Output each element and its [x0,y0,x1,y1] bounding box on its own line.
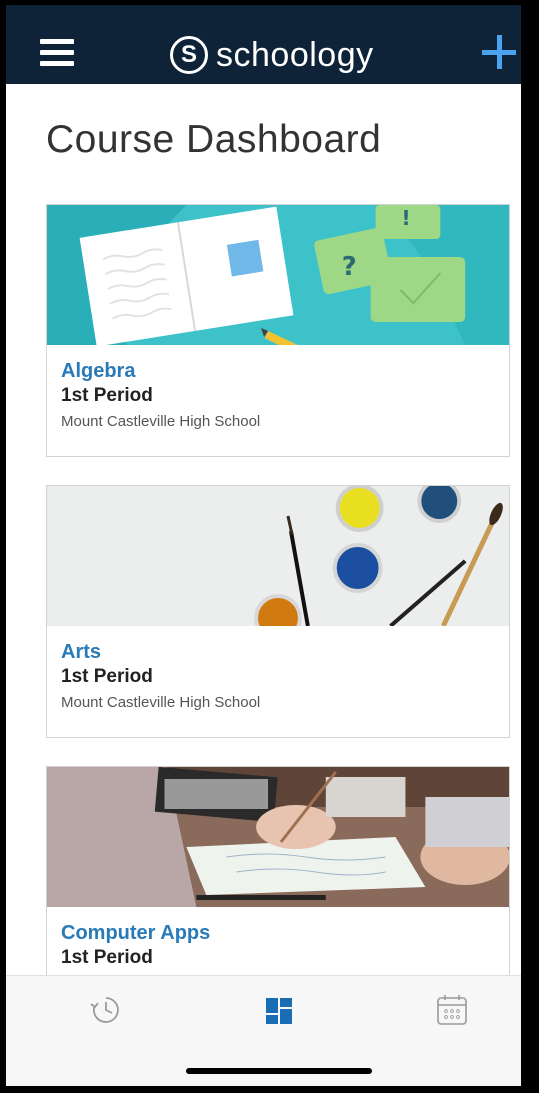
course-period: 1st Period [61,385,153,406]
schoology-logo: S schoology [170,33,374,77]
svg-text:!: ! [401,206,410,230]
tab-calendar[interactable] [432,990,472,1030]
course-period: 1st Period [61,666,153,687]
brand-name: schoology [216,35,374,74]
course-card-arts[interactable]: Arts 1st Period Mount Castleville High S… [46,485,510,738]
add-icon[interactable] [482,35,518,71]
page-title: Course Dashboard [46,118,382,161]
course-image-computer-apps [47,767,509,907]
calendar-icon [437,995,467,1025]
course-name[interactable]: Arts [61,640,495,664]
clock-icon [90,997,119,1023]
app-screen: S schoology Course Dashboard ? ! Algebra… [0,0,539,1093]
course-name[interactable]: Computer Apps [61,921,495,945]
device-bezel [521,5,533,1086]
course-image-arts [47,486,509,626]
top-bar: S schoology [6,5,533,84]
home-indicator[interactable] [186,1068,372,1074]
schoology-mark: S [170,36,208,74]
menu-icon[interactable] [40,39,76,67]
course-school: Mount Castleville High School [61,694,261,711]
tab-courses[interactable] [260,990,300,1030]
course-image-algebra: ? ! [47,205,509,345]
svg-text:?: ? [342,252,357,282]
course-name[interactable]: Algebra [61,359,495,383]
course-card-algebra[interactable]: ? ! Algebra 1st Period Mount Castleville… [46,204,510,457]
bottom-tab-bar [6,975,533,1086]
course-period: 1st Period [61,947,153,968]
grid-icon [266,998,292,1024]
tab-recent-activity[interactable] [86,990,126,1030]
course-school: Mount Castleville High School [61,413,261,430]
